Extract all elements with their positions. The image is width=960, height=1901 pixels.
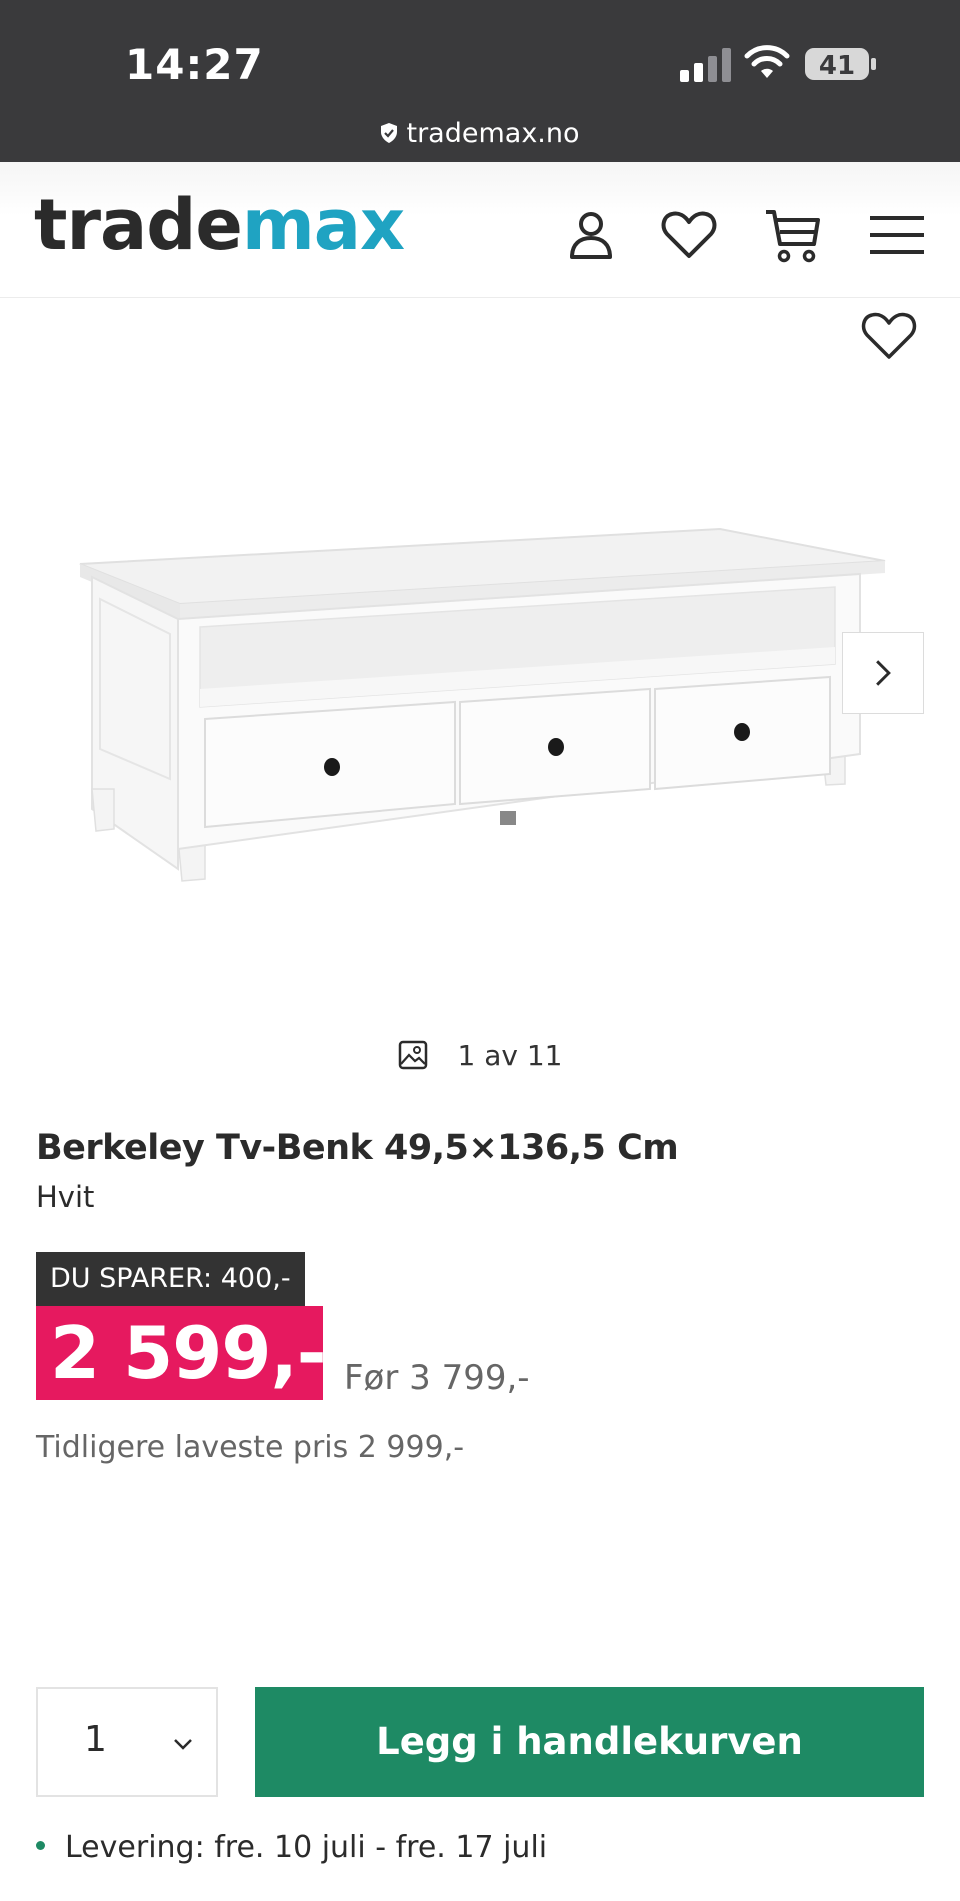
product-image xyxy=(79,527,886,882)
delivery-status-dot xyxy=(36,1841,45,1850)
current-price: 2 599,- xyxy=(36,1306,327,1400)
image-icon xyxy=(398,1040,427,1070)
status-bar: 14:27 41 trademax.no xyxy=(0,0,960,162)
old-price: Før 3 799,- xyxy=(344,1358,530,1398)
image-counter: 1 av 11 xyxy=(0,1039,960,1072)
logo-max: max xyxy=(241,184,405,266)
site-header: trademax xyxy=(0,162,960,298)
quantity-select[interactable]: 1 xyxy=(36,1687,218,1797)
url-text: trademax.no xyxy=(406,118,580,149)
status-time: 14:27 xyxy=(125,40,264,89)
product-gallery[interactable]: 1 av 11 xyxy=(0,299,960,1072)
battery-icon: 41 xyxy=(805,48,876,81)
address-bar[interactable]: trademax.no xyxy=(0,118,960,149)
battery-level: 41 xyxy=(819,51,855,81)
heart-icon[interactable] xyxy=(658,204,720,266)
trademax-logo[interactable]: trademax xyxy=(34,184,405,266)
product-variant: Hvit xyxy=(36,1180,95,1214)
secure-shield-icon xyxy=(381,123,398,143)
wifi-icon xyxy=(744,45,790,78)
delivery-info: Levering: fre. 10 juli - fre. 17 juli xyxy=(36,1830,547,1865)
product-title: Berkeley Tv-Benk 49,5×136,5 Cm xyxy=(36,1128,679,1168)
favorite-icon[interactable] xyxy=(858,307,920,363)
next-image-button[interactable] xyxy=(842,632,924,714)
logo-trade: trade xyxy=(34,184,243,266)
lowest-previous-price: Tidligere laveste pris 2 999,- xyxy=(36,1430,465,1465)
add-to-cart-button[interactable]: Legg i handlekurven xyxy=(255,1687,924,1797)
quantity-value: 1 xyxy=(84,1719,107,1760)
chevron-down-icon xyxy=(174,1739,192,1750)
cart-icon[interactable] xyxy=(762,204,824,266)
chevron-right-icon xyxy=(876,660,891,686)
cellular-signal-icon xyxy=(680,48,731,82)
image-counter-text: 1 av 11 xyxy=(457,1039,563,1072)
delivery-text: Levering: fre. 10 juli - fre. 17 juli xyxy=(65,1830,548,1865)
savings-badge: DU SPARER: 400,- xyxy=(36,1252,305,1306)
user-icon[interactable] xyxy=(560,204,622,266)
menu-icon[interactable] xyxy=(866,204,928,266)
